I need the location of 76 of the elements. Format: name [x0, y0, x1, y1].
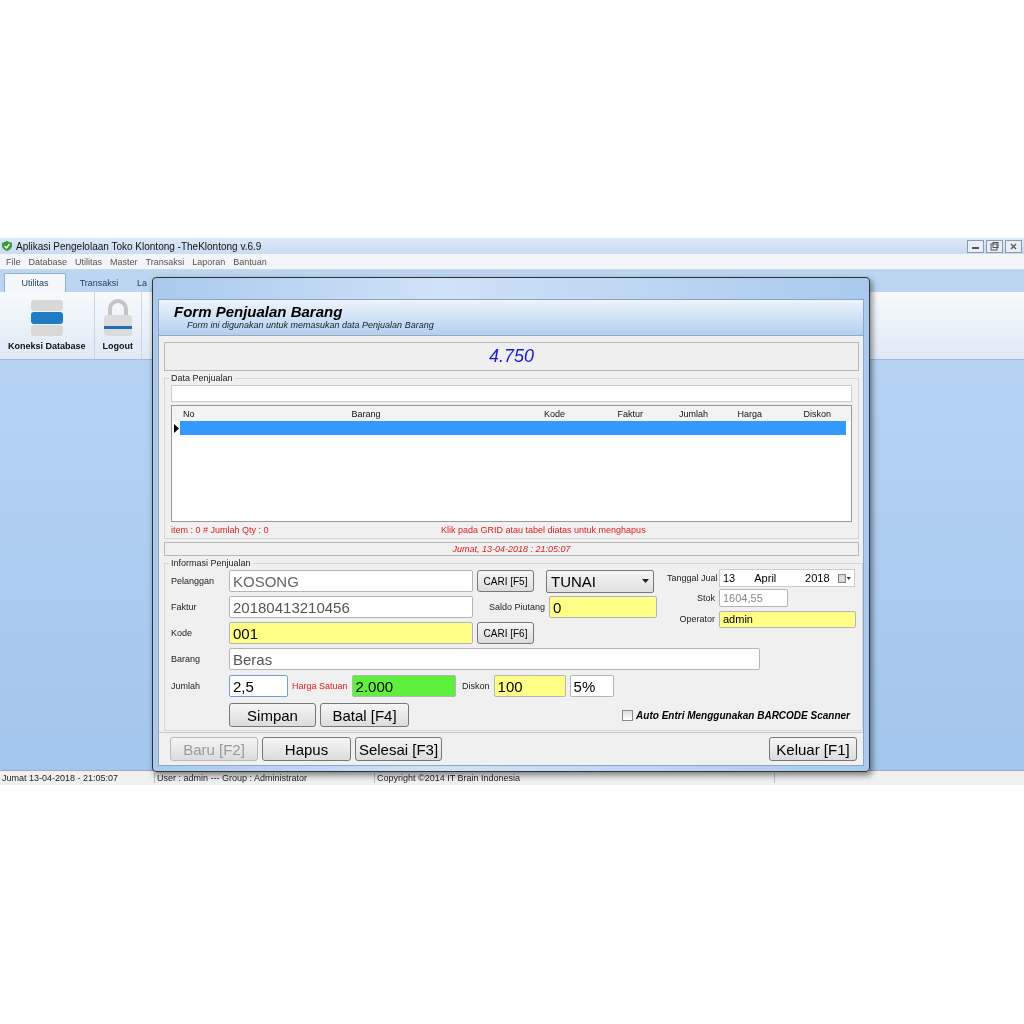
group-label: Data Penjualan: [170, 373, 234, 383]
stock-field: 1604,55: [719, 589, 788, 607]
item-field[interactable]: Beras: [229, 648, 760, 670]
calendar-dropdown-icon: [838, 573, 851, 583]
field-label: Pelanggan: [171, 576, 216, 586]
quantity-field[interactable]: 2,5: [229, 675, 288, 697]
field-label: Kode: [171, 628, 194, 638]
field-label: Tanggal Jual: [667, 573, 715, 583]
dialog-button[interactable]: Keluar [F1]: [769, 737, 857, 761]
field-label: Harga Satuan: [292, 681, 348, 691]
hint-text: Klik pada GRID atau tabel diatas untuk menghapus: [441, 525, 646, 535]
dialog-button[interactable]: Selesai [F3]: [355, 737, 442, 761]
field-label: Faktur: [171, 602, 198, 612]
padlock-icon: [102, 299, 133, 337]
menu-item[interactable]: Transaksi: [145, 256, 185, 267]
menu-item[interactable]: Bantuan: [233, 256, 267, 267]
customer-field[interactable]: KOSONG: [229, 570, 473, 592]
status-text: Jumat 13-04-2018 - 21:05:07: [0, 773, 155, 783]
dialog-subtitle: Form ini digunakan untuk memasukan data Penjualan Barang: [186, 320, 435, 330]
action-button[interactable]: Simpan: [229, 703, 316, 727]
minimize-button[interactable]: [967, 239, 984, 253]
field-label: Jumlah: [171, 681, 201, 691]
item-summary: item : 0 # Jumlah Qty : 0: [171, 525, 270, 535]
column-header: Faktur: [616, 408, 644, 419]
window-title: Aplikasi Pengelolaan Toko Klontong -TheKlontong v.6.9: [16, 240, 262, 252]
balance-field[interactable]: 0: [549, 596, 657, 618]
column-header: Jumlah: [678, 408, 709, 419]
ribbon-button[interactable]: Logout: [94, 292, 143, 359]
ribbon-tab[interactable]: Transaksi: [66, 273, 132, 292]
group-label: Informasi Penjualan: [170, 558, 252, 568]
search-button[interactable]: CARI [F6]: [477, 622, 534, 644]
field-label: Stok: [696, 593, 715, 603]
menu-item[interactable]: Master: [110, 256, 138, 267]
shield-check-icon: [2, 241, 12, 251]
action-button[interactable]: Batal [F4]: [320, 703, 409, 727]
menu-item[interactable]: Database: [28, 256, 68, 267]
field-label: Diskon: [461, 681, 490, 691]
database-icon: [29, 299, 64, 337]
dialog-title: Form Penjualan Barang: [174, 303, 343, 320]
close-button[interactable]: [1005, 239, 1022, 253]
operator-field: admin: [719, 610, 856, 628]
column-header: Diskon: [802, 408, 832, 419]
ribbon-tab[interactable]: La: [132, 273, 152, 292]
restore-button[interactable]: [986, 239, 1003, 253]
row-pointer-icon: [172, 423, 180, 433]
status-text: User : admin --- Group : Administrator: [155, 773, 375, 783]
ribbon-button-label: Koneksi Database: [8, 341, 86, 351]
field-label: Barang: [171, 654, 202, 664]
field-label: Operator: [678, 614, 715, 624]
column-header: Harga: [736, 408, 763, 419]
field-label: Saldo Piutang: [487, 602, 545, 612]
discount-percent-field[interactable]: 5%: [569, 675, 614, 697]
total-display: 4.750: [164, 342, 859, 371]
menu-item[interactable]: Laporan: [192, 256, 226, 267]
payment-select[interactable]: TUNAI: [546, 569, 654, 593]
ribbon-tab[interactable]: Utilitas: [4, 273, 66, 292]
price-field[interactable]: 2.000: [351, 675, 456, 697]
dialog-button[interactable]: Hapus: [262, 737, 351, 761]
checkbox[interactable]: [622, 709, 634, 721]
invoice-field[interactable]: 20180413210456: [229, 596, 473, 618]
discount-field[interactable]: 100: [493, 675, 566, 697]
caret-icon: [642, 579, 649, 583]
datetime-display: Jumat, 13-04-2018 : 21:05:07: [164, 542, 859, 556]
column-header: Barang: [350, 408, 382, 419]
status-text: Copyright ©2014 IT Brain Indonesia: [375, 773, 775, 783]
column-header: Kode: [542, 408, 566, 419]
ribbon-button-label: Logout: [102, 341, 134, 351]
ribbon-button[interactable]: Koneksi Database: [0, 292, 95, 359]
checkbox-label: Auto Entri Menggunakan BARCODE Scanner: [636, 709, 850, 721]
menu-item[interactable]: File: [6, 256, 21, 267]
date-picker[interactable]: 13 April 2018: [719, 569, 855, 587]
code-field[interactable]: 001: [229, 622, 473, 644]
menu-item[interactable]: Utilitas: [75, 256, 103, 267]
input-field[interactable]: [171, 385, 852, 402]
search-button[interactable]: CARI [F5]: [477, 570, 534, 592]
column-header: No: [182, 408, 196, 419]
